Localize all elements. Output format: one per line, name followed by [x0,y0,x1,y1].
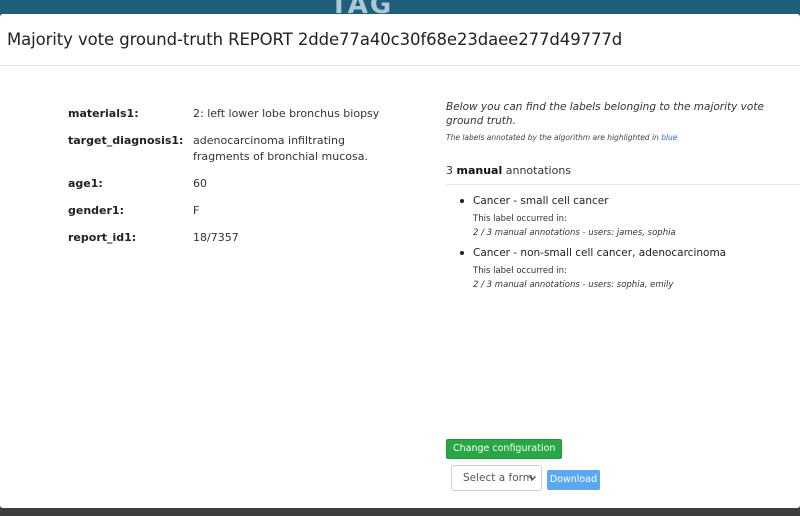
bullet-icon [460,251,464,255]
form-select[interactable]: Select a form [451,465,542,491]
field-value: 2: left lower lobe bronchus biopsy [193,107,380,120]
field-key: report_id1: [68,231,137,244]
annotations-count: 3 manual annotations [446,164,800,185]
annotations-count-number: 3 [446,164,453,177]
label-users-text: 2 / 3 manual annotations - users: sophia… [473,280,674,290]
field-value: F [193,204,200,217]
label-occurrence-text: This label occurred in: [473,266,567,276]
field-value: adenocarcinoma infiltrating fragments of… [193,134,368,163]
field-value: 60 [193,177,207,190]
modal-header: Majority vote ground-truth REPORT 2dde77… [0,14,800,66]
change-configuration-button[interactable]: Change configuration [446,439,563,459]
label-name-text: Cancer - small cell cancer [473,195,609,207]
annotations-count-suffix: annotations [505,164,572,177]
backdrop-footer [0,508,800,516]
chevron-down-icon [528,466,537,500]
intro-note-text: The labels annotated by the algorithm ar… [446,133,662,142]
annotations-intro-note: The labels annotated by the algorithm ar… [446,133,800,142]
label-users-text: 2 / 3 manual annotations - users: james,… [473,228,676,238]
report-field-gender: gender1: F [68,203,408,219]
annotations-intro: Below you can find the labels belonging … [446,101,764,127]
label-name: Cancer - small cell cancer [460,194,800,208]
label-occurrence-text: This label occurred in: [473,214,567,224]
list-item: Cancer - non-small cell cancer, adenocar… [460,246,800,290]
list-item: Cancer - small cell cancer This label oc… [460,194,800,238]
field-key: age1: [68,177,103,190]
field-value: 18/7357 [193,231,239,244]
app-logo: TAG [330,0,393,14]
label-name-text: Cancer - non-small cell cancer, adenocar… [473,247,727,259]
ground-truth-modal: Majority vote ground-truth REPORT 2dde77… [0,14,800,508]
highlight-color-word: blue [661,133,678,142]
field-key: materials1: [68,107,139,120]
backdrop-header: TAG [0,0,800,14]
form-select-value: Select a form [463,472,533,484]
label-name: Cancer - non-small cell cancer, adenocar… [460,246,800,260]
modal-title: Majority vote ground-truth REPORT 2dde77… [7,30,623,49]
field-key: target_diagnosis1: [68,134,184,147]
report-field-report-id: report_id1: 18/7357 [68,230,408,246]
annotations-count-type: manual [456,164,503,177]
field-key: gender1: [68,204,124,217]
bullet-icon [460,199,464,203]
report-details: materials1: 2: left lower lobe bronchus … [68,106,408,257]
report-field-age: age1: 60 [68,176,408,192]
report-field-materials: materials1: 2: left lower lobe bronchus … [68,106,408,122]
report-field-target-diagnosis: target_diagnosis1: adenocarcinoma infilt… [68,133,408,165]
annotations-panel: Below you can find the labels belonging … [446,100,800,298]
label-list: Cancer - small cell cancer This label oc… [446,194,800,290]
download-button[interactable]: Download [547,470,600,490]
